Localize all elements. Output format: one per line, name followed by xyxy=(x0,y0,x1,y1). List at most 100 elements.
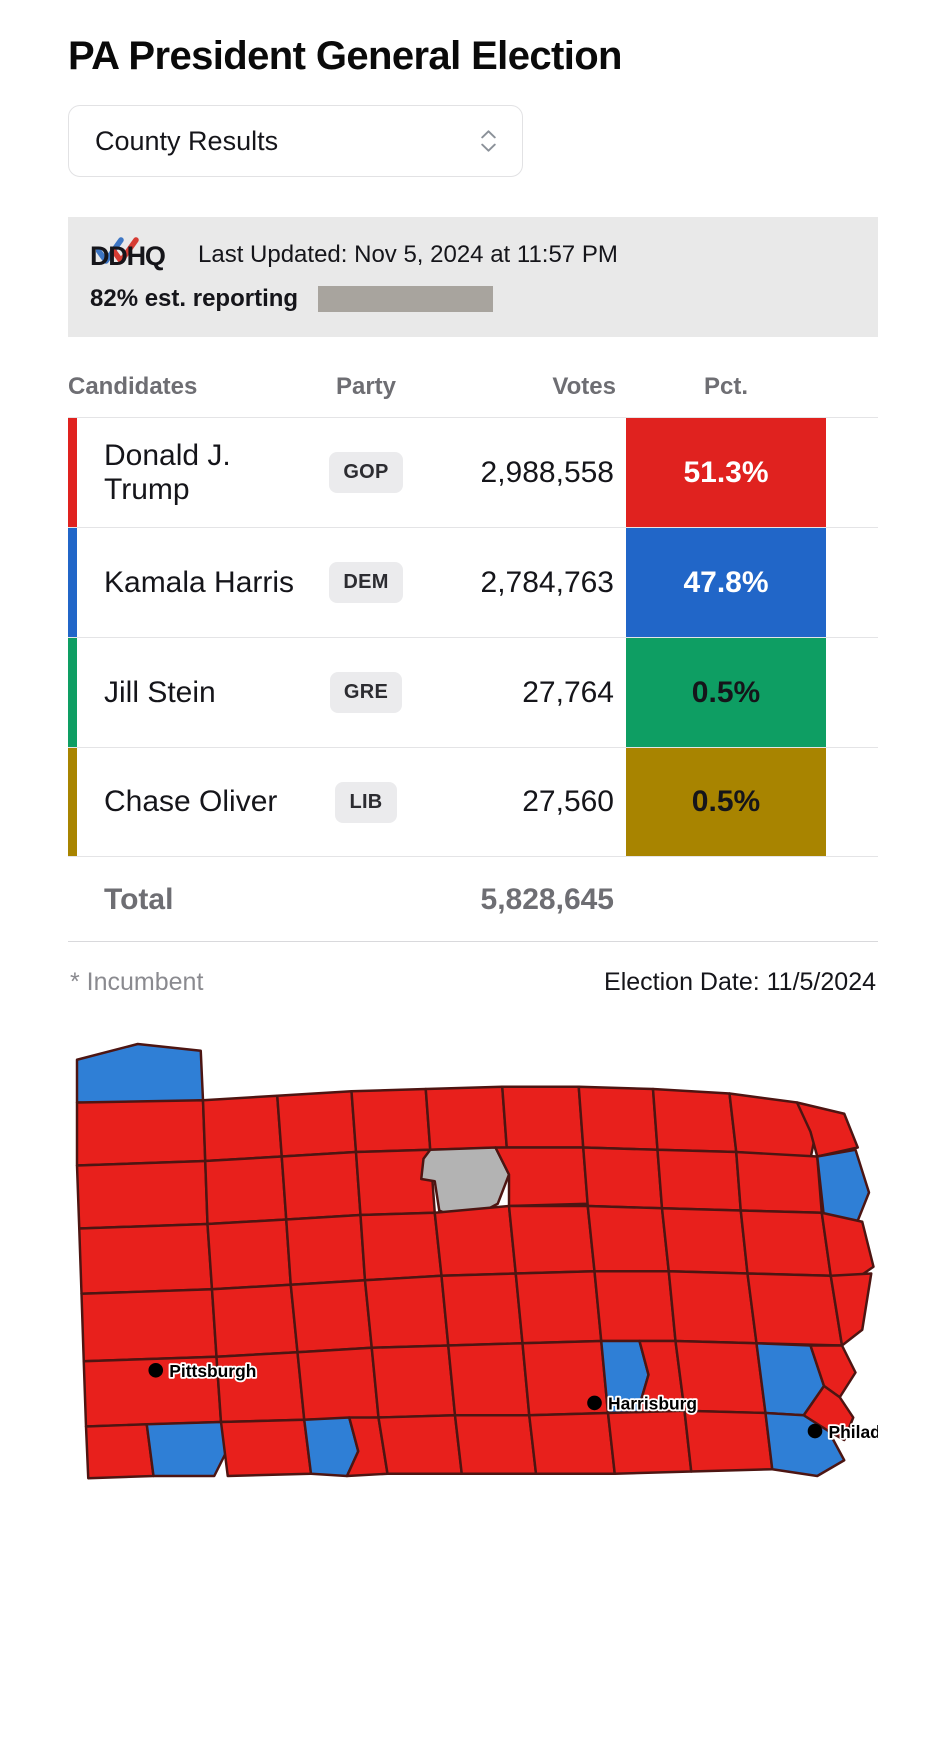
page-title: PA President General Election xyxy=(68,34,622,78)
map-county[interactable] xyxy=(739,1209,832,1277)
incumbent-note: * Incumbent xyxy=(70,968,204,996)
map-county[interactable] xyxy=(276,1090,358,1158)
vote-percentage: 0.5% xyxy=(626,638,826,747)
map-county[interactable] xyxy=(746,1272,844,1347)
map-county[interactable] xyxy=(201,1094,283,1163)
map-county[interactable] xyxy=(528,1411,616,1475)
map-county[interactable] xyxy=(75,1099,207,1167)
vote-percentage: 51.3% xyxy=(626,418,826,527)
status-band: DDHQ Last Updated: Nov 5, 2024 at 11:57 … xyxy=(68,217,878,337)
table-row[interactable]: Chase Oliver LIB 27,560 0.5% xyxy=(68,747,878,857)
header-pct: Pct. xyxy=(703,373,748,400)
pennsylvania-map-svg[interactable]: Pittsburgh Harrisburg Philadelphia xyxy=(68,1035,878,1485)
candidate-name: Kamala Harris xyxy=(104,565,295,599)
view-select-value: County Results xyxy=(95,125,279,156)
candidate-name: Donald J. Trump xyxy=(104,438,231,506)
map-county[interactable] xyxy=(582,1146,664,1210)
map-county[interactable] xyxy=(494,1146,589,1208)
map-county[interactable] xyxy=(206,1218,292,1291)
map-county[interactable] xyxy=(75,1159,209,1230)
city-marker-dot xyxy=(807,1423,823,1439)
map-county[interactable] xyxy=(84,1423,155,1480)
map-county[interactable] xyxy=(593,1270,677,1343)
party-cell: LIB xyxy=(306,748,426,856)
results-table: Candidates Party Votes Pct. Donald J. Tr… xyxy=(68,351,878,997)
map-county[interactable] xyxy=(447,1342,531,1417)
map-county[interactable] xyxy=(735,1150,823,1214)
map-county[interactable] xyxy=(501,1085,585,1149)
party-cell: GRE xyxy=(306,638,426,747)
map-county[interactable] xyxy=(285,1213,367,1286)
city-label: Harrisburg xyxy=(608,1394,697,1414)
map-county[interactable] xyxy=(656,1148,742,1212)
map-county[interactable] xyxy=(370,1344,457,1419)
view-select[interactable]: County Results xyxy=(68,105,523,177)
table-header-row: Candidates Party Votes Pct. xyxy=(68,351,878,417)
election-results-page: PA President General Election County Res… xyxy=(0,0,946,1748)
last-updated-text: Last Updated: Nov 5, 2024 at 11:57 PM xyxy=(198,241,618,268)
map-county[interactable] xyxy=(75,1042,205,1106)
map-county[interactable] xyxy=(289,1279,373,1354)
map-county[interactable] xyxy=(359,1211,443,1282)
map-county[interactable] xyxy=(424,1085,508,1151)
vote-count: 27,560 xyxy=(522,785,614,818)
table-row[interactable]: Kamala Harris DEM 2,784,763 47.8% xyxy=(68,527,878,637)
vote-percentage: 47.8% xyxy=(626,528,826,637)
party-accent-bar xyxy=(68,528,77,637)
total-row: Total 5,828,645 xyxy=(68,857,878,942)
city-marker-dot xyxy=(587,1395,602,1411)
table-body: Donald J. Trump GOP 2,988,558 51.3% Kamala H… xyxy=(68,417,878,857)
map-county[interactable] xyxy=(219,1418,313,1478)
vote-count: 27,764 xyxy=(522,675,614,709)
map-county[interactable] xyxy=(586,1204,670,1273)
map-county[interactable] xyxy=(350,1087,432,1154)
map-county[interactable] xyxy=(363,1274,450,1349)
party-cell: DEM xyxy=(306,528,426,637)
candidate-name: Chase Oliver xyxy=(104,785,278,819)
status-bottom-row: 82% est. reporting xyxy=(90,285,856,313)
map-county[interactable] xyxy=(280,1150,362,1221)
header-votes: Votes xyxy=(552,373,616,400)
map-county[interactable] xyxy=(606,1409,693,1475)
map-county[interactable] xyxy=(577,1085,659,1151)
map-county[interactable] xyxy=(145,1420,229,1478)
header-candidates: Candidates xyxy=(68,373,198,400)
map-county[interactable] xyxy=(78,1222,214,1295)
table-row[interactable]: Donald J. Trump GOP 2,988,558 51.3% xyxy=(68,417,878,527)
county-results-map[interactable]: Pittsburgh Harrisburg Philadelphia xyxy=(68,1035,878,1485)
map-county[interactable] xyxy=(507,1204,596,1275)
city-marker-dot xyxy=(148,1362,164,1378)
party-chip: DEM xyxy=(329,562,403,603)
map-county[interactable] xyxy=(667,1270,758,1345)
map-county[interactable] xyxy=(433,1204,517,1277)
vote-count: 2,988,558 xyxy=(480,455,614,489)
map-county[interactable] xyxy=(683,1409,774,1473)
table-row[interactable]: Jill Stein GRE 27,764 0.5% xyxy=(68,637,878,747)
total-label: Total xyxy=(104,883,174,916)
party-accent-bar xyxy=(68,748,77,856)
total-value: 5,828,645 xyxy=(480,883,614,916)
map-county[interactable] xyxy=(204,1155,288,1226)
map-county[interactable] xyxy=(80,1288,218,1363)
reporting-progress-bar xyxy=(318,286,494,312)
party-accent-bar xyxy=(68,418,77,527)
party-accent-bar xyxy=(68,638,77,747)
vote-percentage: 0.5% xyxy=(626,748,826,856)
map-county[interactable] xyxy=(453,1414,538,1475)
candidate-name: Jill Stein xyxy=(104,675,216,709)
map-county[interactable] xyxy=(651,1087,738,1154)
table-footer: * Incumbent Election Date: 11/5/2024 xyxy=(68,942,878,997)
vote-count: 2,784,763 xyxy=(480,565,614,599)
map-county[interactable] xyxy=(210,1283,299,1358)
ddhq-logo: DDHQ xyxy=(90,237,182,271)
map-county[interactable] xyxy=(377,1414,463,1475)
map-county[interactable] xyxy=(440,1272,524,1347)
election-date: Election Date: 11/5/2024 xyxy=(604,968,876,996)
header-party: Party xyxy=(335,373,397,400)
map-county[interactable] xyxy=(514,1270,603,1345)
party-chip: LIB xyxy=(335,781,397,823)
party-chip: GRE xyxy=(329,672,403,713)
map-county[interactable] xyxy=(660,1207,749,1275)
map-county[interactable] xyxy=(296,1346,380,1421)
chevron-up-down-icon xyxy=(481,130,496,152)
